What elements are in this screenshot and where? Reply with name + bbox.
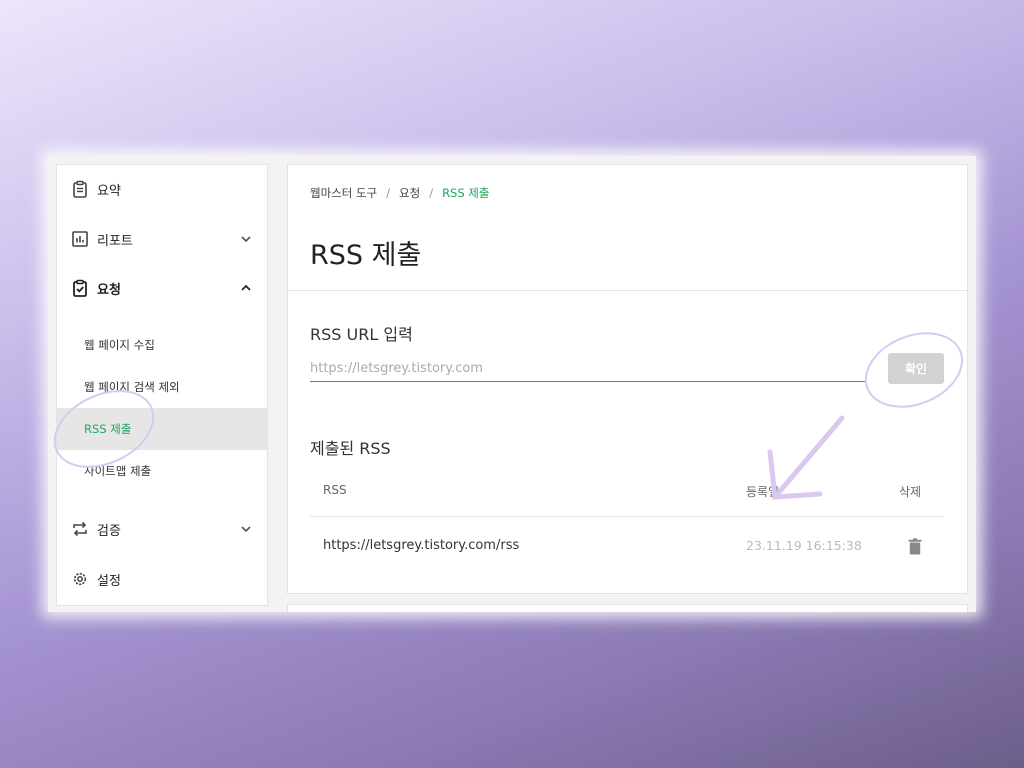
- sidebar-subitem-label: 사이트맵 제출: [84, 464, 152, 478]
- sidebar-subitem-search-exclude[interactable]: 웹 페이지 검색 제외: [57, 366, 267, 408]
- sidebar-subitem-label: 웹 페이지 수집: [84, 338, 155, 352]
- divider: [288, 290, 967, 291]
- submitted-rss-title: 제출된 RSS: [310, 439, 391, 458]
- swap-arrows-icon: [73, 521, 87, 537]
- bar-chart-icon: [72, 231, 88, 247]
- breadcrumb-separator: /: [386, 186, 391, 200]
- page-title: RSS 제출: [310, 240, 422, 271]
- sidebar-item-summary[interactable]: 요약: [57, 171, 267, 207]
- sidebar-item-label: 설정: [97, 573, 121, 589]
- column-header-date: 등록일: [746, 485, 780, 499]
- sidebar-subitem-label: 웹 페이지 검색 제외: [84, 380, 180, 394]
- rss-row-url: https://letsgrey.tistory.com/rss: [323, 538, 520, 553]
- chevron-down-icon[interactable]: [239, 232, 253, 246]
- confirm-button[interactable]: 확인: [888, 353, 944, 384]
- rss-url-input[interactable]: [310, 355, 866, 382]
- main-content: 웹마스터 도구 / 요청 / RSS 제출 RSS 제출 RSS URL 입력 확인 제…: [287, 164, 968, 594]
- chevron-down-icon[interactable]: [239, 522, 253, 536]
- sidebar-subitem-page-collect[interactable]: 웹 페이지 수집: [57, 324, 267, 366]
- breadcrumb-item[interactable]: 웹마스터 도구: [310, 186, 377, 200]
- sidebar-item-label: 요약: [97, 183, 121, 199]
- breadcrumb-separator: /: [429, 186, 434, 200]
- gear-icon: [73, 572, 87, 586]
- sidebar: 요약 리포트 요청 웹 페이지 수집 웹 페이지 검색 제외 RSS 제출 사이…: [56, 164, 268, 606]
- column-header-rss: RSS: [323, 483, 347, 497]
- rss-row-date: 23.11.19 16:15:38: [746, 538, 862, 553]
- webmaster-panel: 요약 리포트 요청 웹 페이지 수집 웹 페이지 검색 제외 RSS 제출 사이…: [48, 156, 976, 612]
- breadcrumb: 웹마스터 도구 / 요청 / RSS 제출: [310, 185, 489, 201]
- trash-icon[interactable]: [908, 538, 922, 555]
- sidebar-subitem-sitemap-submit[interactable]: 사이트맵 제출: [57, 450, 267, 492]
- sidebar-subitem-label: RSS 제출: [84, 422, 132, 436]
- sidebar-item-request[interactable]: 요청: [57, 270, 267, 306]
- sidebar-item-verify[interactable]: 검증: [57, 511, 267, 547]
- column-header-delete: 삭제: [899, 485, 922, 499]
- sidebar-item-label: 요청: [97, 282, 121, 298]
- table-divider: [310, 516, 944, 517]
- sidebar-item-report[interactable]: 리포트: [57, 221, 267, 257]
- sidebar-item-label: 검증: [97, 523, 121, 539]
- sidebar-item-settings[interactable]: 설정: [57, 561, 267, 597]
- breadcrumb-item[interactable]: 요청: [399, 186, 420, 200]
- main-content-next-section: [287, 604, 968, 612]
- chevron-up-icon[interactable]: [239, 281, 253, 295]
- breadcrumb-current: RSS 제출: [442, 186, 490, 200]
- rss-url-section-title: RSS URL 입력: [310, 325, 413, 344]
- clipboard-check-icon: [73, 279, 87, 297]
- sidebar-subitem-rss-submit[interactable]: RSS 제출: [57, 408, 267, 450]
- clipboard-icon: [73, 180, 87, 198]
- sidebar-item-label: 리포트: [97, 233, 133, 249]
